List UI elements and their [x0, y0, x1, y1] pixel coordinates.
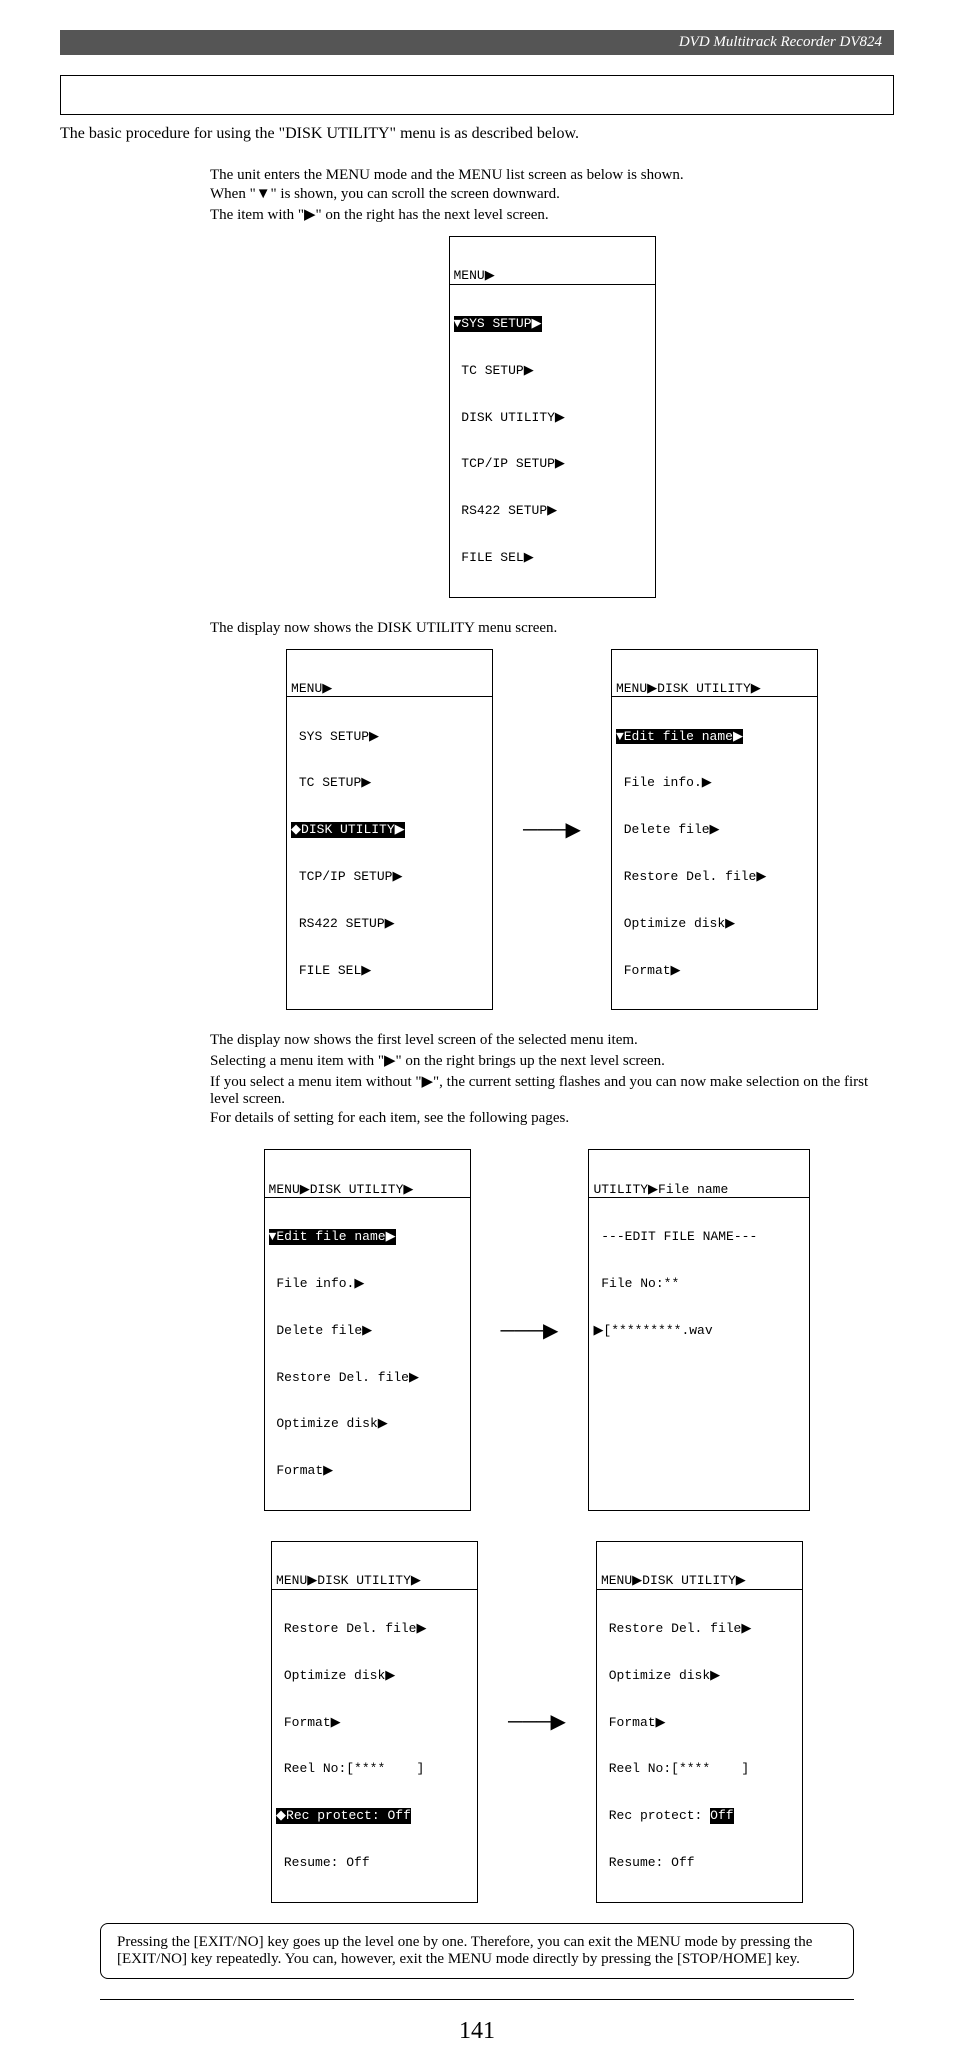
lcd1-l1: DISK UTILITY▶	[450, 410, 655, 426]
step3-line2: Selecting a menu item with "▶" on the ri…	[210, 1051, 894, 1070]
lcd3a-l1: Delete file▶	[265, 1323, 470, 1339]
lcd2b-l4: Format▶	[612, 963, 817, 979]
lcd4a-b1: Optimize disk▶	[272, 1668, 477, 1684]
lcd4b-b2: Format▶	[597, 1715, 802, 1731]
header-bar: DVD Multitrack Recorder DV824	[60, 30, 894, 55]
step1-line3: The item with "▶" on the right has the n…	[210, 205, 894, 224]
step3-line1: The display now shows the first level sc…	[210, 1032, 894, 1049]
step1-line1: The unit enters the MENU mode and the ME…	[210, 167, 894, 184]
lcd2a-highlight: ◆DISK UTILITY▶	[291, 822, 405, 838]
lcd2b-l0: File info.▶	[612, 775, 817, 791]
arrow-right-icon: ───▶	[523, 817, 581, 842]
lcd3b-title: UTILITY▶File name	[589, 1182, 809, 1199]
arrow-right-icon: ───▶	[501, 1318, 559, 1343]
lcd1-l4: FILE SEL▶	[450, 550, 655, 566]
lcd4b-a0: Resume: Off	[597, 1855, 802, 1871]
lcd-rec-protect-selected: MENU▶DISK UTILITY▶ Restore Del. file▶ Op…	[271, 1541, 478, 1903]
lcd3b-blank2	[589, 1416, 809, 1432]
lcd4b-b3: Reel No:[**** ]	[597, 1761, 802, 1777]
lcd1-l2: TCP/IP SETUP▶	[450, 456, 655, 472]
lcd3a-l0: File info.▶	[265, 1276, 470, 1292]
lcd3a-l4: Format▶	[265, 1463, 470, 1479]
arrow-right-icon: ───▶	[508, 1709, 566, 1734]
lcd2a-a2: FILE SEL▶	[287, 963, 492, 979]
lcd4b-title: MENU▶DISK UTILITY▶	[597, 1573, 802, 1590]
lcd3a-l2: Restore Del. file▶	[265, 1370, 470, 1386]
lcd2a-b1: TC SETUP▶	[287, 775, 492, 791]
lcd1-highlight: ▼SYS SETUP▶	[454, 316, 542, 332]
intro-text: The basic procedure for using the "DISK …	[60, 125, 894, 143]
lcd4b-b0: Restore Del. file▶	[597, 1621, 802, 1637]
step2-block: The display now shows the DISK UTILITY m…	[210, 620, 894, 1011]
lcd2b-l3: Optimize disk▶	[612, 916, 817, 932]
lcd2a-b0: SYS SETUP▶	[287, 729, 492, 745]
lcd-edit-filename-selected: MENU▶DISK UTILITY▶ ▼Edit file name▶ File…	[264, 1149, 471, 1511]
lcd2b-highlight: ▼Edit file name▶	[616, 729, 743, 745]
lcd2b-l1: Delete file▶	[612, 822, 817, 838]
lcd3a-title: MENU▶DISK UTILITY▶	[265, 1182, 470, 1199]
lcd-menu-disk-selected: MENU▶ SYS SETUP▶ TC SETUP▶ ◆DISK UTILITY…	[286, 649, 493, 1011]
lcd-menu-initial: MENU▶ ▼SYS SETUP▶ TC SETUP▶ DISK UTILITY…	[449, 236, 656, 598]
lcd4a-b3: Reel No:[**** ]	[272, 1761, 477, 1777]
lcd-rec-protect-flashing: MENU▶DISK UTILITY▶ Restore Del. file▶ Op…	[596, 1541, 803, 1903]
lcd3a-highlight: ▼Edit file name▶	[269, 1229, 396, 1245]
step3-line3: If you select a menu item without "▶", t…	[210, 1072, 894, 1108]
lcd3b-l0: ---EDIT FILE NAME---	[589, 1229, 809, 1245]
lcd4a-b2: Format▶	[272, 1715, 477, 1731]
lcd4a-title: MENU▶DISK UTILITY▶	[272, 1573, 477, 1590]
lcd3b-blank3	[589, 1463, 809, 1479]
lcd3b-l2: ▶[*********.wav	[589, 1323, 809, 1339]
lcd4a-a0: Resume: Off	[272, 1855, 477, 1871]
empty-heading-box	[60, 75, 894, 115]
lcd3b-blank1	[589, 1370, 809, 1386]
step1-block: The unit enters the MENU mode and the ME…	[210, 167, 894, 598]
lcd2a-a0: TCP/IP SETUP▶	[287, 869, 492, 885]
step3-line4: For details of setting for each item, se…	[210, 1110, 894, 1127]
lcd1-title: MENU▶	[450, 268, 655, 285]
lcd4b-prefix: Rec protect:	[601, 1808, 710, 1823]
step1-line2: When "▼" is shown, you can scroll the sc…	[210, 186, 894, 203]
lcd4a-highlight: ◆Rec protect: Off	[276, 1808, 411, 1824]
lcd4a-b0: Restore Del. file▶	[272, 1621, 477, 1637]
step2-line1: The display now shows the DISK UTILITY m…	[210, 620, 894, 637]
note-box: Pressing the [EXIT/NO] key goes up the l…	[100, 1923, 854, 1979]
lcd2b-l2: Restore Del. file▶	[612, 869, 817, 885]
lcd4b-b1: Optimize disk▶	[597, 1668, 802, 1684]
lcd1-l3: RS422 SETUP▶	[450, 503, 655, 519]
lcd2b-title: MENU▶DISK UTILITY▶	[612, 681, 817, 698]
footer-line	[100, 1999, 854, 2000]
lcd3b-l1: File No:**	[589, 1276, 809, 1292]
lcd-edit-filename-screen: UTILITY▶File name ---EDIT FILE NAME--- F…	[588, 1149, 810, 1511]
page-number: 141	[60, 2018, 894, 2045]
lcd2a-title: MENU▶	[287, 681, 492, 698]
step3-block: The display now shows the first level sc…	[210, 1032, 894, 1127]
lcd4b-value: Off	[710, 1808, 733, 1824]
lcd-disk-utility-menu: MENU▶DISK UTILITY▶ ▼Edit file name▶ File…	[611, 649, 818, 1011]
lcd3a-l3: Optimize disk▶	[265, 1416, 470, 1432]
lcd2a-a1: RS422 SETUP▶	[287, 916, 492, 932]
lcd1-l0: TC SETUP▶	[450, 363, 655, 379]
